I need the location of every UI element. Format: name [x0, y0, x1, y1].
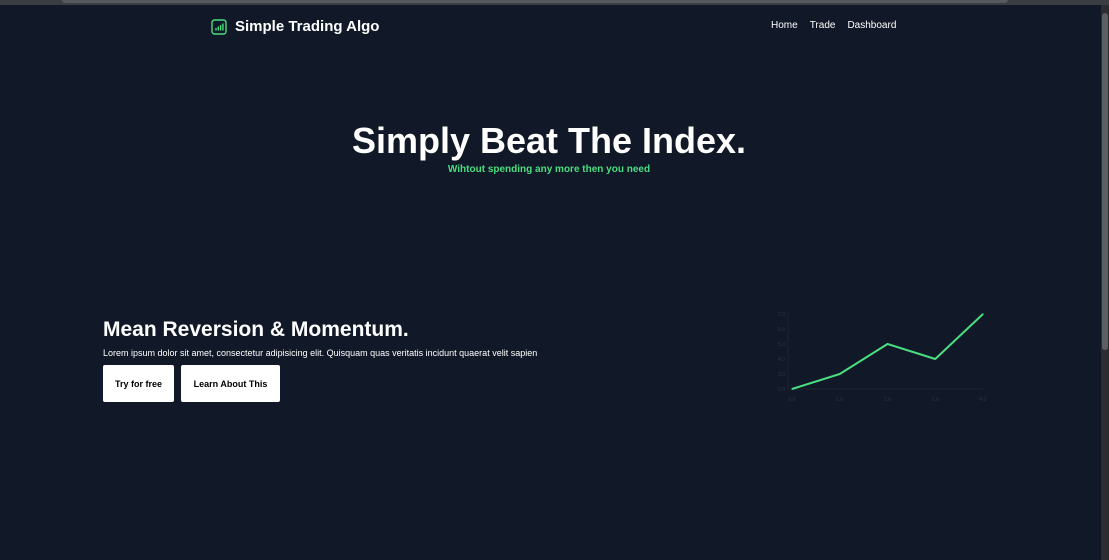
- hero-title: Simply Beat The Index.: [351, 120, 747, 161]
- scrollbar[interactable]: [1101, 5, 1109, 560]
- line-chart: 2.0 3.0 4.0 5.0 6.0 7.0 0.0 1.0 2.0 3.0 4.0: [778, 312, 987, 403]
- y-tick-label: 4.0: [778, 357, 785, 363]
- x-tick-label: 3.0: [932, 397, 939, 403]
- nav-trade[interactable]: Trade: [810, 20, 836, 31]
- data-point: [839, 373, 841, 375]
- nav-home[interactable]: Home: [771, 20, 798, 31]
- y-tick-label: 6.0: [778, 327, 785, 333]
- y-tick-label: 2.0: [778, 387, 785, 393]
- browser-tab-strip: [62, 0, 1008, 3]
- y-tick-label: 7.0: [778, 312, 785, 318]
- try-for-free-button[interactable]: Try for free: [103, 365, 174, 402]
- x-tick-label: 0.0: [789, 397, 796, 403]
- data-point: [886, 343, 889, 345]
- data-point: [934, 358, 936, 360]
- bar-chart-icon: [211, 18, 227, 35]
- series-line: [791, 313, 984, 390]
- nav-dashboard[interactable]: Dashboard: [847, 20, 896, 31]
- feature-description: Lorem ipsum dolor sit amet, consectetur …: [103, 348, 538, 358]
- brand[interactable]: Simple Trading Algo: [211, 18, 379, 35]
- data-point: [982, 313, 984, 315]
- feature-title: Mean Reversion & Momentum.: [103, 318, 409, 341]
- main-nav: Home Trade Dashboard: [771, 20, 896, 31]
- data-point: [791, 388, 793, 390]
- y-tick-label: 5.0: [778, 342, 785, 348]
- x-tick-label: 4.0: [980, 397, 987, 403]
- x-tick-label: 1.0: [836, 397, 843, 403]
- brand-name: Simple Trading Algo: [235, 18, 380, 35]
- browser-top-bar: [0, 0, 1109, 5]
- learn-about-button[interactable]: Learn About This: [181, 365, 280, 402]
- y-tick-label: 3.0: [778, 372, 785, 378]
- hero-subtitle: Wihtout spending any more then you need: [447, 164, 651, 175]
- x-tick-label: 2.0: [884, 397, 891, 403]
- scrollbar-thumb[interactable]: [1102, 13, 1108, 350]
